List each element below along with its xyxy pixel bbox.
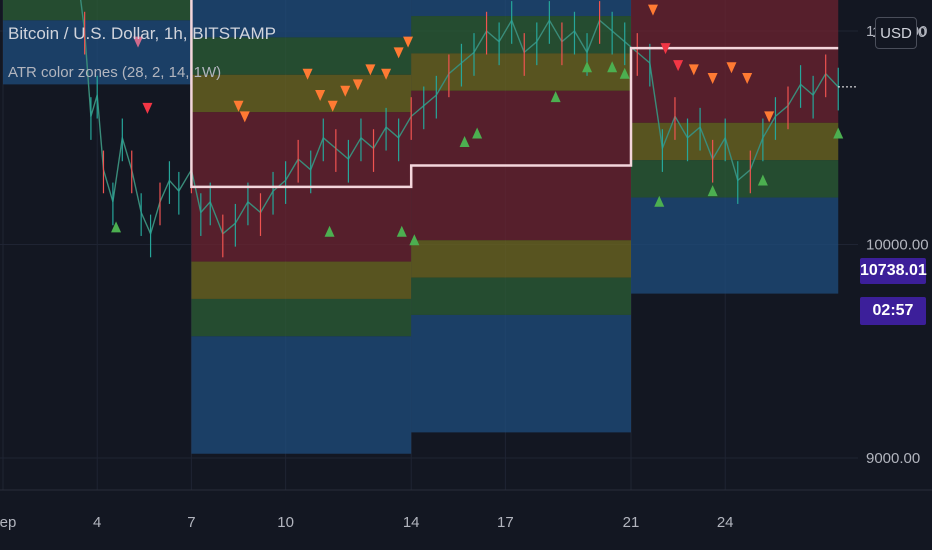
price-tick-label-partial: 0 bbox=[918, 24, 926, 41]
atr-zone-band bbox=[191, 298, 412, 337]
time-tick-label: 24 bbox=[717, 514, 734, 531]
atr-zone-band bbox=[191, 186, 412, 262]
price-tick-label: 10000.00 bbox=[866, 237, 929, 254]
atr-zone-band bbox=[631, 48, 839, 123]
atr-zone-band bbox=[191, 112, 412, 187]
currency-button[interactable]: USD bbox=[875, 17, 917, 49]
atr-zone-band bbox=[3, 0, 192, 21]
atr-zone-band bbox=[191, 336, 412, 454]
price-chart[interactable]: 9000.0010000.0011000.0012000.0010 Sep471… bbox=[0, 0, 932, 550]
price-tick-label: 9000.00 bbox=[866, 450, 920, 467]
atr-zone-band bbox=[631, 197, 839, 294]
atr-zone-band bbox=[411, 16, 631, 54]
time-axis: Sep 4 7 10 14 17 21 24 bbox=[0, 489, 932, 550]
atr-zone-band bbox=[411, 0, 631, 17]
atr-zone-band bbox=[631, 0, 839, 49]
atr-zone-band bbox=[411, 165, 631, 241]
time-tick-label: 4 bbox=[93, 514, 101, 531]
atr-zone-band bbox=[191, 261, 412, 299]
symbol-title[interactable]: Bitcoin / U.S. Dollar, 1h, BITSTAMP bbox=[8, 24, 276, 44]
sell-arrow bbox=[142, 102, 153, 114]
atr-zone-band bbox=[191, 74, 412, 113]
time-tick-label: 14 bbox=[403, 514, 420, 531]
bar-countdown-label: 02:57 bbox=[860, 297, 926, 325]
atr-zone-band bbox=[411, 277, 631, 315]
time-tick-label: 17 bbox=[497, 514, 514, 531]
time-tick-label: Sep bbox=[0, 514, 16, 531]
atr-zone-band bbox=[411, 90, 631, 166]
time-tick-label: 7 bbox=[187, 514, 195, 531]
atr-zone-band bbox=[411, 314, 631, 433]
atr-zone-band bbox=[411, 53, 631, 91]
indicator-title[interactable]: ATR color zones (28, 2, 14, 1W) bbox=[8, 64, 221, 81]
atr-zone-band bbox=[411, 240, 631, 278]
time-tick-label: 21 bbox=[623, 514, 640, 531]
time-tick-label: 10 bbox=[277, 514, 294, 531]
current-price-label: 10738.01 bbox=[860, 258, 927, 284]
